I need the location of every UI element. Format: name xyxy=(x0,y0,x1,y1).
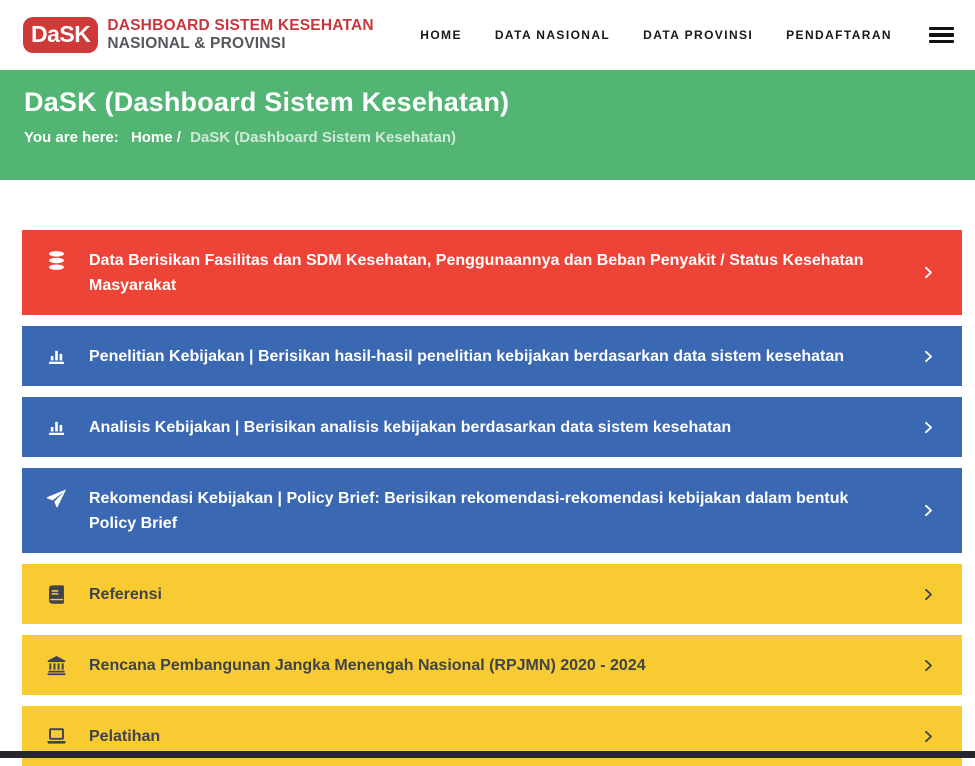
main-nav: HOME DATA NASIONAL DATA PROVINSI PENDAFT… xyxy=(420,27,954,44)
nav-item-home[interactable]: HOME xyxy=(420,28,462,42)
accordion-item[interactable]: Rekomendasi Kebijakan | Policy Brief: Be… xyxy=(22,468,962,553)
chart-bar-icon xyxy=(46,417,67,438)
accordion-item-label: Penelitian Kebijakan | Berisikan hasil-h… xyxy=(89,326,921,386)
accordion-list: Data Berisikan Fasilitas dan SDM Kesehat… xyxy=(0,230,975,766)
laptop-icon xyxy=(46,726,67,747)
page-title: DaSK (Dashboard Sistem Kesehatan) xyxy=(24,87,951,118)
chevron-right-icon xyxy=(921,349,936,364)
breadcrumb-home-link[interactable]: Home / xyxy=(131,129,181,146)
breadcrumb-prefix: You are here: xyxy=(24,129,119,146)
database-icon xyxy=(46,250,67,271)
accordion-item-label: Rencana Pembangunan Jangka Menengah Nasi… xyxy=(89,635,921,695)
breadcrumb: You are here: Home / DaSK (Dashboard Sis… xyxy=(24,129,951,146)
nav-item-data-nasional[interactable]: DATA NASIONAL xyxy=(495,28,610,42)
chevron-right-icon xyxy=(921,503,936,518)
accordion-item[interactable]: Analisis Kebijakan | Berisikan analisis … xyxy=(22,397,962,457)
chevron-right-icon xyxy=(921,587,936,602)
hamburger-menu-icon[interactable] xyxy=(929,27,954,44)
logo-subtitle: NASIONAL & PROVINSI xyxy=(107,35,373,53)
accordion-item-label: Data Berisikan Fasilitas dan SDM Kesehat… xyxy=(89,230,921,315)
book-icon xyxy=(46,584,67,605)
page-banner: DaSK (Dashboard Sistem Kesehatan) You ar… xyxy=(0,70,975,180)
site-logo[interactable]: DaSK DASHBOARD SISTEM KESEHATAN NASIONAL… xyxy=(23,17,374,53)
site-header: DaSK DASHBOARD SISTEM KESEHATAN NASIONAL… xyxy=(0,0,975,70)
nav-item-data-provinsi[interactable]: DATA PROVINSI xyxy=(643,28,753,42)
chevron-right-icon xyxy=(921,420,936,435)
accordion-item-label: Referensi xyxy=(89,564,921,624)
chevron-right-icon xyxy=(921,729,936,744)
chevron-right-icon xyxy=(921,658,936,673)
logo-text: DASHBOARD SISTEM KESEHATAN NASIONAL & PR… xyxy=(107,17,373,53)
accordion-item[interactable]: Referensi xyxy=(22,564,962,624)
accordion-item[interactable]: Penelitian Kebijakan | Berisikan hasil-h… xyxy=(22,326,962,386)
accordion-item[interactable]: Rencana Pembangunan Jangka Menengah Nasi… xyxy=(22,635,962,695)
accordion-item[interactable]: Data Berisikan Fasilitas dan SDM Kesehat… xyxy=(22,230,962,315)
footer-strip xyxy=(0,751,975,758)
bank-icon xyxy=(46,655,67,676)
logo-title: DASHBOARD SISTEM KESEHATAN xyxy=(107,17,373,35)
accordion-item-label: Rekomendasi Kebijakan | Policy Brief: Be… xyxy=(89,468,921,553)
logo-badge: DaSK xyxy=(23,17,98,53)
chart-bar-icon xyxy=(46,346,67,367)
chevron-right-icon xyxy=(921,265,936,280)
breadcrumb-current: DaSK (Dashboard Sistem Kesehatan) xyxy=(190,129,456,146)
nav-item-pendaftaran[interactable]: PENDAFTARAN xyxy=(786,28,892,42)
paper-plane-icon xyxy=(46,488,67,509)
accordion-item-label: Analisis Kebijakan | Berisikan analisis … xyxy=(89,397,921,457)
